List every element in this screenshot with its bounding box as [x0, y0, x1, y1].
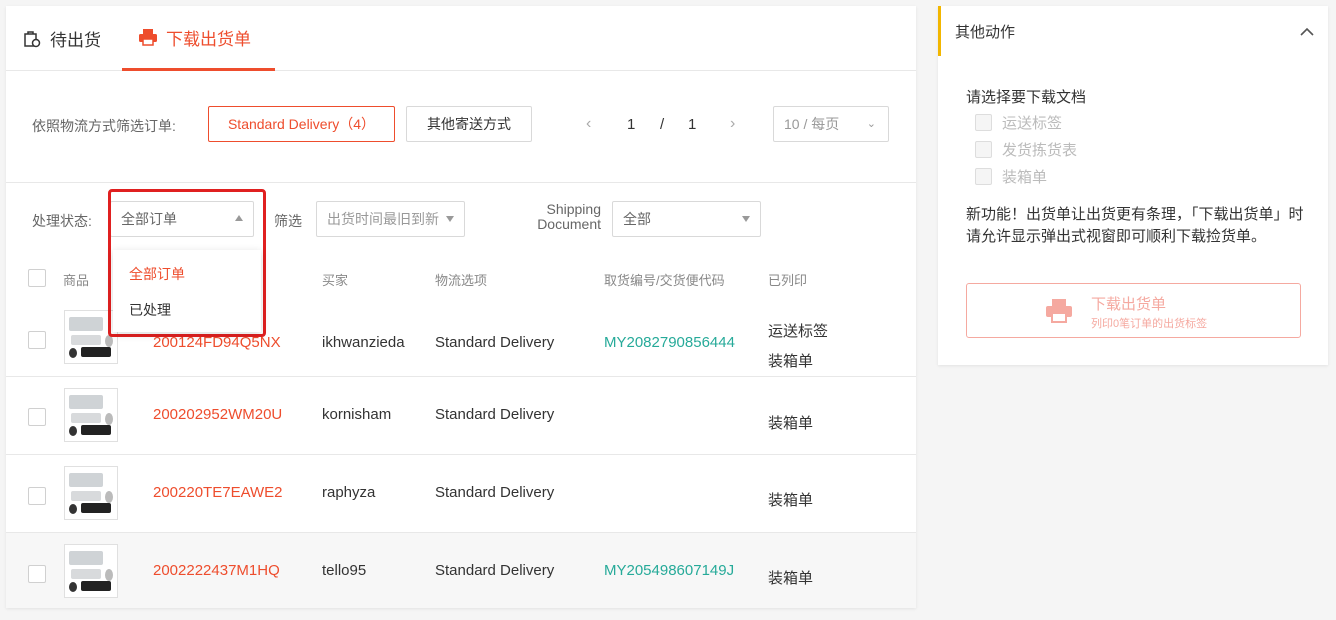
- dropdown-option-all-orders[interactable]: 全部订单: [129, 264, 185, 284]
- header-logistics: 物流选项: [435, 273, 488, 288]
- logistics-option: Standard Delivery: [435, 334, 555, 351]
- package-icon: [22, 29, 42, 49]
- shipping-document-label-line1: Shipping: [546, 201, 602, 217]
- select-all-checkbox[interactable]: [28, 269, 46, 287]
- option-packing-list[interactable]: 装箱单: [975, 166, 1047, 187]
- table-row[interactable]: 200220TE7EAWE2 raphyza Standard Delivery…: [6, 454, 916, 532]
- option-checkbox[interactable]: [975, 114, 992, 131]
- other-actions-header[interactable]: 其他动作: [938, 6, 1328, 56]
- standard-delivery-button[interactable]: Standard Delivery（4）: [208, 106, 395, 142]
- shipping-document-label: Shipping Document: [529, 202, 601, 232]
- caret-down-icon: [742, 216, 750, 222]
- buyer-name: tello95: [322, 562, 367, 579]
- row-checkbox[interactable]: [28, 565, 46, 583]
- buyer-name: ikhwanzieda: [322, 334, 405, 351]
- tracking-code-link[interactable]: MY205498607149J: [604, 562, 734, 579]
- printed-packing-list: 装箱单: [768, 492, 814, 509]
- status-dropdown-highlight: 全部订单 已处理: [108, 189, 266, 337]
- product-thumbnail: [64, 544, 118, 598]
- status-dropdown-menu: 全部订单 已处理: [113, 250, 261, 332]
- header-tracking: 取货编号/交货便代码: [604, 273, 725, 288]
- option-shipping-label[interactable]: 运送标签: [975, 112, 1062, 133]
- printer-icon: [138, 27, 158, 47]
- download-button-label: 下载出货单: [1091, 296, 1167, 313]
- tab-download-label: 下载出货单: [166, 29, 251, 49]
- row-checkbox[interactable]: [28, 331, 46, 349]
- printed-packing-list: 装箱单: [768, 353, 814, 370]
- option-label: 装箱单: [1002, 169, 1048, 186]
- buyer-name: raphyza: [322, 484, 376, 501]
- header-printed: 已列印: [768, 273, 808, 288]
- tab-download[interactable]: 下载出货单: [122, 6, 275, 71]
- tab-pending[interactable]: 待出货: [22, 6, 101, 71]
- row-checkbox[interactable]: [28, 408, 46, 426]
- product-thumbnail: [64, 388, 118, 442]
- option-pick-list[interactable]: 发货拣货表: [975, 139, 1077, 160]
- page-current: 1: [627, 116, 636, 133]
- new-feature-note: 新功能！出货单让出货更有条理，「下载出货单」时请允许显示弹出式视窗即可顺利下载捡…: [966, 206, 1304, 245]
- printed-packing-list: 装箱单: [768, 415, 814, 432]
- tab-bar: 待出货 下载出货单: [6, 6, 916, 71]
- status-label: 处理状态:: [32, 213, 92, 229]
- prev-page-icon[interactable]: ‹: [586, 116, 600, 132]
- download-shipping-document-button[interactable]: 下载出货单 列印0笔订单的出货标签: [966, 283, 1301, 338]
- printed-packing-list: 装箱单: [768, 570, 814, 587]
- option-checkbox[interactable]: [975, 168, 992, 185]
- logistics-option: Standard Delivery: [435, 484, 555, 501]
- logistics-filter-label: 依照物流方式筛选订单:: [32, 118, 176, 134]
- option-label: 运送标签: [1002, 115, 1063, 132]
- table-row[interactable]: 200202952WM20U kornisham Standard Delive…: [6, 376, 916, 454]
- chevron-up-icon[interactable]: [1300, 24, 1314, 36]
- order-id-link[interactable]: 200220TE7EAWE2: [153, 484, 283, 501]
- product-thumbnail: [64, 466, 118, 520]
- table-row[interactable]: 2002222437M1HQ tello95 Standard Delivery…: [6, 532, 916, 608]
- logistics-option: Standard Delivery: [435, 562, 555, 579]
- caret-down-icon: [446, 216, 454, 222]
- order-id-link[interactable]: 200202952WM20U: [153, 406, 282, 423]
- next-page-icon[interactable]: ›: [730, 116, 744, 132]
- page-total: 1: [688, 116, 697, 133]
- shipping-document-select[interactable]: 全部: [612, 201, 761, 237]
- page-separator: /: [660, 116, 665, 133]
- order-id-link[interactable]: 2002222437M1HQ: [153, 562, 280, 579]
- sort-select[interactable]: 出货时间最旧到新: [316, 201, 465, 237]
- printed-shipping-label: 运送标签: [768, 323, 829, 340]
- shipping-document-label-line2: Document: [537, 216, 601, 232]
- choose-document-label: 请选择要下载文档: [966, 89, 1087, 106]
- per-page-select[interactable]: 10 / 每页 ⌄: [773, 106, 889, 142]
- divider: [6, 182, 916, 183]
- header-buyer: 买家: [322, 273, 349, 288]
- tracking-code-link[interactable]: MY2082790856444: [604, 334, 735, 351]
- logistics-option: Standard Delivery: [435, 406, 555, 423]
- download-button-sublabel: 列印0笔订单的出货标签: [1091, 318, 1208, 330]
- main-panel: 待出货 下载出货单 依照物流方式筛选订单: Standard Delivery（…: [6, 6, 916, 608]
- per-page-value: 10 / 每页: [784, 116, 840, 132]
- dropdown-option-processed[interactable]: 已处理: [129, 300, 171, 320]
- header-product: 商品: [63, 273, 90, 288]
- option-checkbox[interactable]: [975, 141, 992, 158]
- buyer-name: kornisham: [322, 406, 392, 423]
- shipping-document-value: 全部: [623, 211, 651, 227]
- chevron-down-icon: ⌄: [866, 118, 876, 130]
- sort-label: 筛选: [274, 213, 302, 229]
- tab-pending-label: 待出货: [50, 31, 101, 50]
- other-actions-panel: 其他动作 请选择要下载文档 运送标签 发货拣货表 装箱单 新功能！出货单让出货更…: [938, 6, 1328, 365]
- sort-select-value: 出货时间最旧到新: [327, 211, 439, 227]
- option-label: 发货拣货表: [1002, 142, 1078, 159]
- row-checkbox[interactable]: [28, 487, 46, 505]
- other-actions-title: 其他动作: [955, 23, 1016, 41]
- printer-icon: [1045, 298, 1073, 324]
- other-shipping-button[interactable]: 其他寄送方式: [406, 106, 532, 142]
